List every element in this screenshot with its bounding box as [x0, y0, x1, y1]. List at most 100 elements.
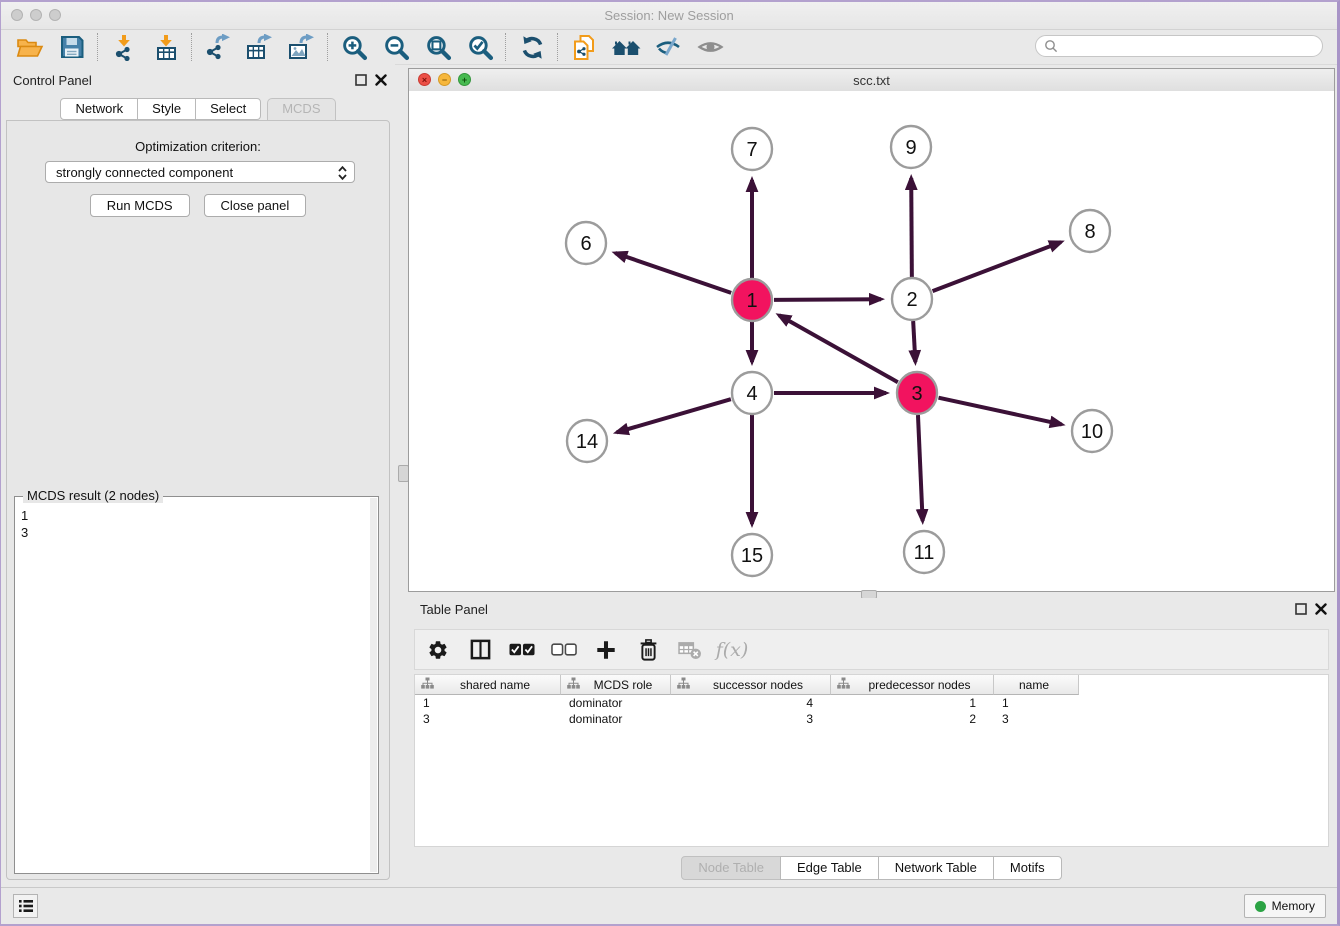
tab-select[interactable]: Select	[195, 98, 261, 120]
node-table[interactable]: shared nameMCDS rolesuccessor nodesprede…	[414, 674, 1329, 847]
graph-edge-2-8[interactable]	[933, 242, 1061, 291]
close-panel-button[interactable]: Close panel	[204, 194, 307, 217]
zoom-out-icon[interactable]	[375, 32, 417, 62]
run-mcds-button[interactable]: Run MCDS	[90, 194, 190, 217]
svg-text:9: 9	[905, 137, 916, 159]
zoom-fit-icon[interactable]	[417, 32, 459, 62]
show-columns-icon[interactable]	[467, 636, 493, 664]
status-bar: Memory	[1, 887, 1337, 924]
network-canvas[interactable]: 7 9 6 8 1 2 4 3 14 10 15 11	[409, 91, 1334, 591]
memory-button[interactable]: Memory	[1244, 894, 1326, 918]
search-box[interactable]	[1035, 35, 1323, 57]
close-table-panel-icon[interactable]	[1315, 603, 1327, 615]
graph-node-14[interactable]: 14	[567, 420, 607, 462]
table-cell[interactable]: 4	[671, 696, 831, 710]
graph-node-6[interactable]: 6	[566, 222, 606, 264]
tab-mcds[interactable]: MCDS	[267, 98, 335, 120]
network-window-titlebar[interactable]: × − + scc.txt	[409, 69, 1334, 92]
graph-node-8[interactable]: 8	[1070, 210, 1110, 252]
table-cell[interactable]: dominator	[561, 696, 671, 710]
graph-node-7[interactable]: 7	[732, 128, 772, 170]
zoom-selected-icon[interactable]	[459, 32, 501, 62]
table-cell[interactable]: 3	[415, 712, 561, 726]
clone-network-icon[interactable]	[563, 32, 605, 62]
export-network-icon[interactable]	[197, 32, 239, 62]
export-table-icon[interactable]	[239, 32, 281, 62]
tab-motifs[interactable]: Motifs	[993, 856, 1062, 880]
column-header-MCDS-role[interactable]: MCDS role	[561, 675, 671, 695]
optimization-criterion-label: Optimization criterion:	[7, 139, 389, 154]
tree-hierarchy-icon	[421, 677, 434, 692]
tab-network-table[interactable]: Network Table	[878, 856, 994, 880]
hide-graphics-icon[interactable]	[647, 32, 689, 62]
zoom-in-icon[interactable]	[333, 32, 375, 62]
mcds-result-text[interactable]: 13	[21, 507, 368, 871]
criterion-dropdown[interactable]: strongly connected component	[45, 161, 355, 183]
graph-edge-3-1[interactable]	[779, 315, 898, 382]
open-session-icon[interactable]	[9, 32, 51, 62]
network-view-window: × − + scc.txt 7 9 6 8 1 2 4 3 14 10 15 11	[408, 68, 1335, 592]
graph-edge-2-3[interactable]	[913, 321, 915, 362]
graph-edge-3-10[interactable]	[938, 398, 1061, 425]
graph-edge-1-6[interactable]	[615, 253, 731, 293]
close-panel-icon[interactable]	[375, 74, 387, 86]
search-input[interactable]	[1058, 38, 1312, 54]
table-mode-gear-icon[interactable]	[425, 636, 451, 664]
title-bar: Session: New Session	[1, 2, 1337, 30]
tab-style[interactable]: Style	[137, 98, 196, 120]
graph-node-10[interactable]: 10	[1072, 410, 1112, 452]
float-table-panel-icon[interactable]	[1295, 603, 1307, 615]
deselect-all-icon[interactable]	[551, 636, 577, 664]
delete-columns-icon[interactable]	[635, 636, 661, 664]
tab-edge-table[interactable]: Edge Table	[780, 856, 879, 880]
graph-node-11[interactable]: 11	[904, 531, 944, 573]
application-window: Session: New Session Control Panel	[1, 2, 1337, 924]
delete-table-icon	[677, 636, 703, 664]
svg-text:11: 11	[914, 542, 935, 564]
dropdown-stepper-icon	[337, 165, 348, 184]
graph-edge-1-2[interactable]	[774, 299, 881, 300]
graph-node-9[interactable]: 9	[891, 126, 931, 168]
export-image-icon[interactable]	[281, 32, 323, 62]
show-graphics-icon[interactable]	[689, 32, 731, 62]
result-scrollbar[interactable]	[370, 498, 377, 872]
home-icon[interactable]	[605, 32, 647, 62]
task-history-button[interactable]	[13, 894, 38, 918]
save-session-icon[interactable]	[51, 32, 93, 62]
control-panel: Control Panel NetworkStyleSelectMCDS Opt…	[1, 64, 395, 888]
svg-text:6: 6	[580, 233, 591, 255]
graph-edge-2-9[interactable]	[911, 178, 912, 277]
refresh-icon[interactable]	[511, 32, 553, 62]
toolbar-separator	[557, 33, 559, 61]
table-cell[interactable]: 2	[831, 712, 994, 726]
table-cell[interactable]: dominator	[561, 712, 671, 726]
tab-network[interactable]: Network	[60, 98, 138, 120]
table-cell[interactable]: 3	[671, 712, 831, 726]
table-cell[interactable]: 1	[415, 696, 561, 710]
table-toolbar: f(x)	[414, 629, 1329, 670]
column-header-successor-nodes[interactable]: successor nodes	[671, 675, 831, 695]
graph-node-1[interactable]: 1	[732, 279, 772, 321]
import-table-icon[interactable]	[145, 32, 187, 62]
create-column-icon[interactable]	[593, 636, 619, 664]
graph-edge-4-14[interactable]	[617, 399, 731, 432]
table-row[interactable]: 1dominator411	[415, 695, 1328, 711]
graph-node-15[interactable]: 15	[732, 534, 772, 576]
import-network-icon[interactable]	[103, 32, 145, 62]
table-cell[interactable]: 1	[831, 696, 994, 710]
graph-edge-3-11[interactable]	[918, 415, 923, 521]
graph-node-2[interactable]: 2	[892, 278, 932, 320]
memory-label: Memory	[1272, 899, 1315, 913]
column-header-name[interactable]: name	[994, 675, 1079, 695]
select-all-icon[interactable]	[509, 636, 535, 664]
svg-text:3: 3	[911, 383, 922, 405]
table-cell[interactable]: 3	[994, 712, 1079, 726]
column-header-shared-name[interactable]: shared name	[415, 675, 561, 695]
column-header-predecessor-nodes[interactable]: predecessor nodes	[831, 675, 994, 695]
graph-node-3[interactable]: 3	[897, 372, 937, 414]
graph-node-4[interactable]: 4	[732, 372, 772, 414]
table-row[interactable]: 3dominator323	[415, 711, 1328, 727]
table-cell[interactable]: 1	[994, 696, 1079, 710]
float-panel-icon[interactable]	[355, 74, 367, 86]
tab-node-table[interactable]: Node Table	[681, 856, 781, 880]
